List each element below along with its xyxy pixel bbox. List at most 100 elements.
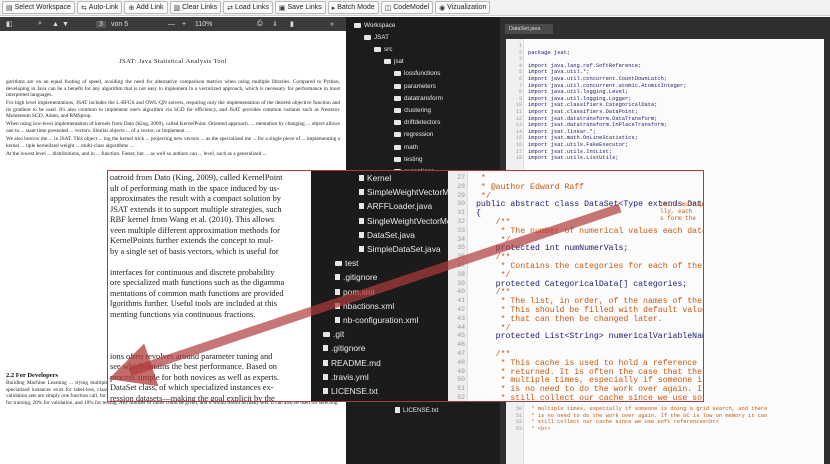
tab-dataset-java[interactable]: DataSet.java [505,24,553,34]
line-number: 45 [457,332,465,340]
folder-icon [394,156,401,162]
app-root: { "toolbar":{ "buttons":[ {"label":"Sele… [0,0,830,464]
select-workspace-button[interactable]: ▤ Select Workspace [2,1,75,14]
zoomed-explorer-item[interactable]: nbactions.xml [335,301,394,311]
code-line: * <br> [528,425,551,432]
link-icon: ⇆ [80,4,87,12]
page-number-input[interactable]: 3 [96,20,106,28]
explorer-item-label: lossfunctions [404,70,441,78]
code-line: import jsat.classifiers.DataPoint; [528,109,638,115]
print-icon[interactable]: ⎙ [257,20,263,28]
explorer-item[interactable]: math [394,142,418,152]
zoom-in-button[interactable]: + [182,21,186,28]
file-item[interactable]: LICENSE.txt [395,405,438,415]
zoomed-explorer-item[interactable]: SingleWeightVectorModel.ja [359,216,448,226]
download-icon[interactable]: ⇓ [272,20,278,28]
next-page-icon[interactable]: ▼ [62,21,69,28]
zoomed-explorer-item[interactable]: pom.xml [335,287,375,297]
button-label: Clear Links [182,4,218,11]
explorer-item-label: .gitignore [343,272,378,283]
code-fragment: tains multipl [660,201,703,208]
search-icon[interactable]: ⌕ [38,20,42,28]
explorer-item[interactable]: datatransform [394,93,443,103]
line-number: 35 [457,244,465,252]
explorer-item[interactable]: src [374,44,392,54]
line-number: 13 [515,122,522,129]
zoomed-explorer-item[interactable]: README.md [323,358,381,368]
explorer-item[interactable]: clustering [394,105,431,115]
explorer-item[interactable]: Workspace [354,20,395,30]
trash-icon: ▥ [173,4,181,12]
zoomed-file-explorer: Kernel SimpleWeightVectorModel.ja ARFFLoad… [311,171,448,401]
zoom-level[interactable]: 110% [195,21,212,28]
paper-title: JSAT: Java Statistical Analysis Tool [119,58,227,65]
line-number: 15 [515,135,522,142]
batch-mode-button[interactable]: ▸ Batch Mode [327,1,379,14]
line-number: 6 [518,76,522,82]
zoomed-explorer-item[interactable]: .travis.yml [323,372,369,382]
vizualization-button[interactable]: ◉ Vizualization [435,1,491,14]
zoomed-explorer-item[interactable]: ARFFLoader.java [359,201,432,211]
code-line: import jsat.math.OnLineStatistics; [528,135,638,142]
code-line: */ [476,270,511,280]
zoomed-explorer-item[interactable]: SimpleWeightVectorModel.ja [359,187,448,197]
zoomed-text-line: KernelPoints further extends the concept… [110,236,274,245]
zoomed-explorer-item[interactable]: DataSet.java [359,230,415,240]
more-tools-icon[interactable]: » [330,21,334,28]
code-line: * This should be filled with default val… [500,306,703,315]
codemodel-button[interactable]: ◫ CodeModel [380,1,434,14]
zoomed-explorer-item[interactable]: LICENSE.txt [323,386,378,396]
file-icon [323,359,328,366]
explorer-item[interactable]: JSAT [364,32,389,42]
code-line: package jsat; [528,49,571,56]
auto-link-button[interactable]: ⇆ Auto-Link [76,1,123,14]
clear-links-button[interactable]: ▥ Clear Links [169,1,222,14]
explorer-item[interactable]: parameters [394,81,436,91]
explorer-item[interactable]: jsat [384,57,404,67]
code-line: import java.lang.ref.SoftReference; [528,62,642,69]
explorer-item[interactable]: testing [394,154,423,164]
zoomed-explorer-item[interactable]: Kernel [359,173,391,183]
line-number: 41 [457,297,465,305]
zoomed-explorer-item[interactable]: .git [323,329,344,339]
save-icon: ▣ [278,4,286,12]
zoomed-explorer-item[interactable]: SimpleDataSet.java [359,244,441,254]
zoomed-text-line: ression datasets—making the goal explici… [110,393,275,402]
zoomed-explorer-item[interactable]: .gitignore [335,272,377,282]
folder-icon [394,83,401,89]
explorer-item[interactable]: regression [394,130,433,140]
zoomed-explorer-item[interactable]: .gitignore [323,343,365,353]
zoomed-text-line: ore specialized math functions such as t… [110,278,285,287]
line-number: 52 [457,394,465,401]
explorer-item-label: README.md [331,357,381,368]
explorer-item[interactable]: driftdetectors [394,118,440,128]
zoomed-explorer-item[interactable]: test [335,258,359,268]
code-line: { [476,209,481,219]
zoomed-text-line: JSAT extends it to support multiple stra… [110,204,282,214]
explorer-item[interactable]: lossfunctions [394,69,440,79]
file-icon [359,217,364,224]
paper-body: gorithms are on an equal footing of spee… [0,79,346,158]
add-link-button[interactable]: ⊕ Add Link [124,1,168,14]
zoomed-explorer-item[interactable]: nb-configuration.xml [335,315,418,325]
file-icon [335,274,340,281]
plus-icon: ⊕ [128,4,135,12]
file-icon [335,288,340,295]
bookmark-icon[interactable]: ▮ [290,20,294,28]
line-number: 16 [515,142,522,148]
line-number: 42 [457,306,465,313]
explorer-item-label: jsat [394,58,404,66]
previous-page-icon[interactable]: ▲ [52,21,59,28]
load-icon: ⇄ [227,4,234,12]
zoom-out-button[interactable]: — [168,21,175,28]
button-label: Auto-Link [88,4,119,11]
button-label: Save Links [287,4,322,11]
line-number: 17 [515,148,522,155]
code-line: import jsat.utils.FakeExecutor; [528,142,629,148]
line-number: 36 [457,253,465,261]
load-links-button[interactable]: ⇄ Load Links [223,1,273,14]
save-links-button[interactable]: ▣ Save Links [274,1,326,14]
code-line: * is no need to do the work over again. … [528,412,768,419]
sidebar-toggle-icon[interactable]: ◧ [6,20,13,28]
line-number: 33 [457,226,465,234]
